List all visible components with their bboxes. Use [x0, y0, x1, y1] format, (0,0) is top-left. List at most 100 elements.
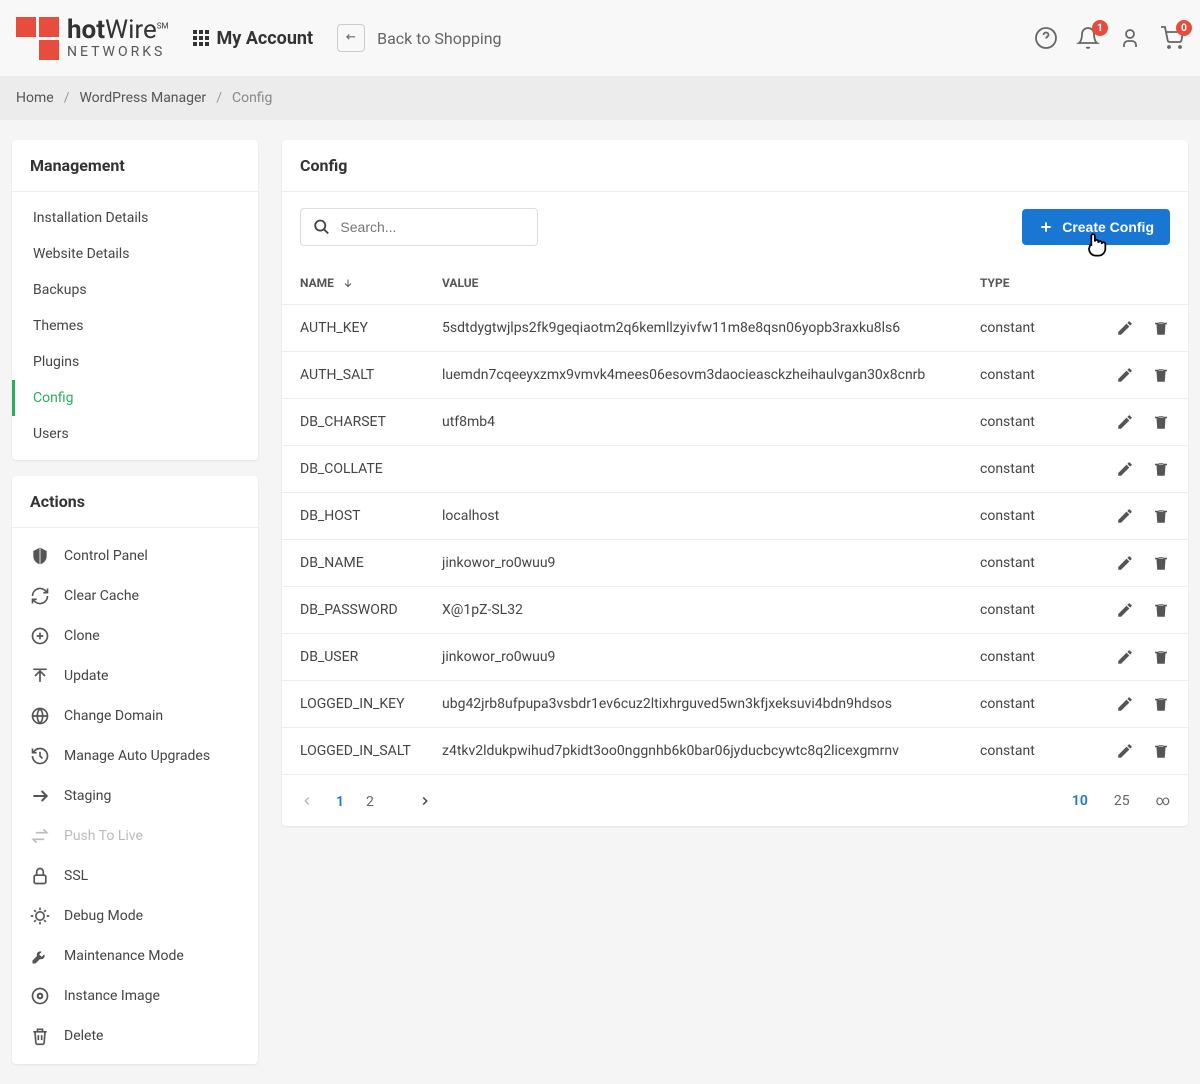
action-instance-image[interactable]: Instance Image — [12, 976, 258, 1016]
delete-button[interactable] — [1152, 319, 1170, 337]
trash-icon — [1152, 460, 1170, 478]
delete-button[interactable] — [1152, 554, 1170, 572]
cart-badge: 0 — [1176, 20, 1192, 36]
edit-button[interactable] — [1116, 413, 1134, 431]
action-maintenance-mode[interactable]: Maintenance Mode — [12, 936, 258, 976]
logo-text-2: Wire — [105, 15, 157, 45]
delete-button[interactable] — [1152, 648, 1170, 666]
action-delete[interactable]: Delete — [12, 1016, 258, 1056]
col-type-header[interactable]: TYPE — [980, 276, 1090, 290]
history-icon — [30, 746, 50, 766]
page-prev[interactable] — [300, 794, 314, 808]
sidebar-item-users[interactable]: Users — [12, 416, 258, 452]
sidebar-item-themes[interactable]: Themes — [12, 308, 258, 344]
help-icon[interactable] — [1034, 26, 1058, 50]
pencil-icon — [1116, 695, 1134, 713]
action-label: Manage Auto Upgrades — [64, 748, 210, 764]
trash-icon — [1152, 366, 1170, 384]
action-clear-cache[interactable]: Clear Cache — [12, 576, 258, 616]
action-label: Update — [64, 668, 108, 684]
sidebar-item-plugins[interactable]: Plugins — [12, 344, 258, 380]
delete-button[interactable] — [1152, 601, 1170, 619]
trash-icon — [30, 1026, 50, 1046]
page-size-25[interactable]: 25 — [1114, 793, 1130, 809]
cell-value: luemdn7cqeeyxzmx9vmvk4mees06esovm3daocie… — [442, 367, 980, 383]
col-value-header[interactable]: VALUE — [442, 276, 980, 290]
edit-button[interactable] — [1116, 742, 1134, 760]
cart-icon[interactable]: 0 — [1160, 26, 1184, 50]
search-box[interactable] — [300, 208, 538, 246]
back-icon — [337, 24, 365, 52]
sidebar-item-website-details[interactable]: Website Details — [12, 236, 258, 272]
notifications-icon[interactable]: 1 — [1076, 26, 1100, 50]
delete-button[interactable] — [1152, 507, 1170, 525]
page-next[interactable] — [418, 794, 432, 808]
page-1[interactable]: 1 — [336, 794, 344, 810]
action-label: Debug Mode — [64, 908, 143, 924]
edit-button[interactable] — [1116, 507, 1134, 525]
target-icon — [30, 986, 50, 1006]
refresh-icon — [30, 586, 50, 606]
delete-button[interactable] — [1152, 695, 1170, 713]
breadcrumb-manager[interactable]: WordPress Manager — [79, 90, 206, 106]
logo-text-1: hot — [67, 15, 105, 45]
sidebar-item-installation-details[interactable]: Installation Details — [12, 200, 258, 236]
trash-icon — [1152, 648, 1170, 666]
delete-button[interactable] — [1152, 460, 1170, 478]
pencil-icon — [1116, 742, 1134, 760]
edit-button[interactable] — [1116, 648, 1134, 666]
breadcrumb-sep: / — [216, 90, 222, 106]
action-control-panel[interactable]: Control Panel — [12, 536, 258, 576]
cell-value: jinkowor_ro0wuu9 — [442, 555, 980, 571]
trash-icon — [1152, 507, 1170, 525]
cell-type: constant — [980, 414, 1090, 430]
action-label: Change Domain — [64, 708, 163, 724]
my-account-link[interactable]: My Account — [193, 28, 314, 49]
edit-button[interactable] — [1116, 554, 1134, 572]
action-debug-mode[interactable]: Debug Mode — [12, 896, 258, 936]
sidebar-item-config[interactable]: Config — [12, 380, 258, 416]
search-input[interactable] — [340, 219, 525, 235]
cell-name: DB_HOST — [300, 508, 442, 524]
management-card: Management Installation DetailsWebsite D… — [12, 140, 258, 460]
user-icon[interactable] — [1118, 26, 1142, 50]
table-row: DB_USERjinkowor_ro0wuu9constant — [282, 634, 1188, 681]
cell-value: utf8mb4 — [442, 414, 980, 430]
wrench-icon — [30, 946, 50, 966]
action-label: Clone — [64, 628, 100, 644]
table-row: DB_COLLATEconstant — [282, 446, 1188, 493]
page-2[interactable]: 2 — [366, 794, 374, 810]
edit-button[interactable] — [1116, 601, 1134, 619]
sidebar-item-backups[interactable]: Backups — [12, 272, 258, 308]
page-size-10[interactable]: 10 — [1072, 793, 1088, 809]
edit-button[interactable] — [1116, 695, 1134, 713]
cell-type: constant — [980, 320, 1090, 336]
breadcrumb-home[interactable]: Home — [16, 90, 54, 106]
edit-button[interactable] — [1116, 319, 1134, 337]
action-staging[interactable]: Staging — [12, 776, 258, 816]
lock-icon — [30, 866, 50, 886]
delete-button[interactable] — [1152, 742, 1170, 760]
arrow-right-icon — [30, 786, 50, 806]
create-config-button[interactable]: Create Config — [1022, 209, 1170, 245]
back-to-shopping[interactable]: Back to Shopping — [337, 24, 501, 52]
action-clone[interactable]: Clone — [12, 616, 258, 656]
action-label: Maintenance Mode — [64, 948, 184, 964]
breadcrumb-sep: / — [64, 90, 70, 106]
action-update[interactable]: Update — [12, 656, 258, 696]
logo[interactable]: hotWireSM NETWORKS — [16, 17, 169, 60]
delete-button[interactable] — [1152, 413, 1170, 431]
action-manage-auto-upgrades[interactable]: Manage Auto Upgrades — [12, 736, 258, 776]
cell-type: constant — [980, 743, 1090, 759]
page-size-∞[interactable]: ∞ — [1156, 793, 1170, 809]
col-name-header[interactable]: NAME — [300, 276, 442, 290]
trash-icon — [1152, 601, 1170, 619]
edit-button[interactable] — [1116, 460, 1134, 478]
delete-button[interactable] — [1152, 366, 1170, 384]
table-row: DB_CHARSETutf8mb4constant — [282, 399, 1188, 446]
edit-button[interactable] — [1116, 366, 1134, 384]
action-ssl[interactable]: SSL — [12, 856, 258, 896]
logo-icon — [16, 17, 59, 60]
action-change-domain[interactable]: Change Domain — [12, 696, 258, 736]
shield-icon — [30, 546, 50, 566]
